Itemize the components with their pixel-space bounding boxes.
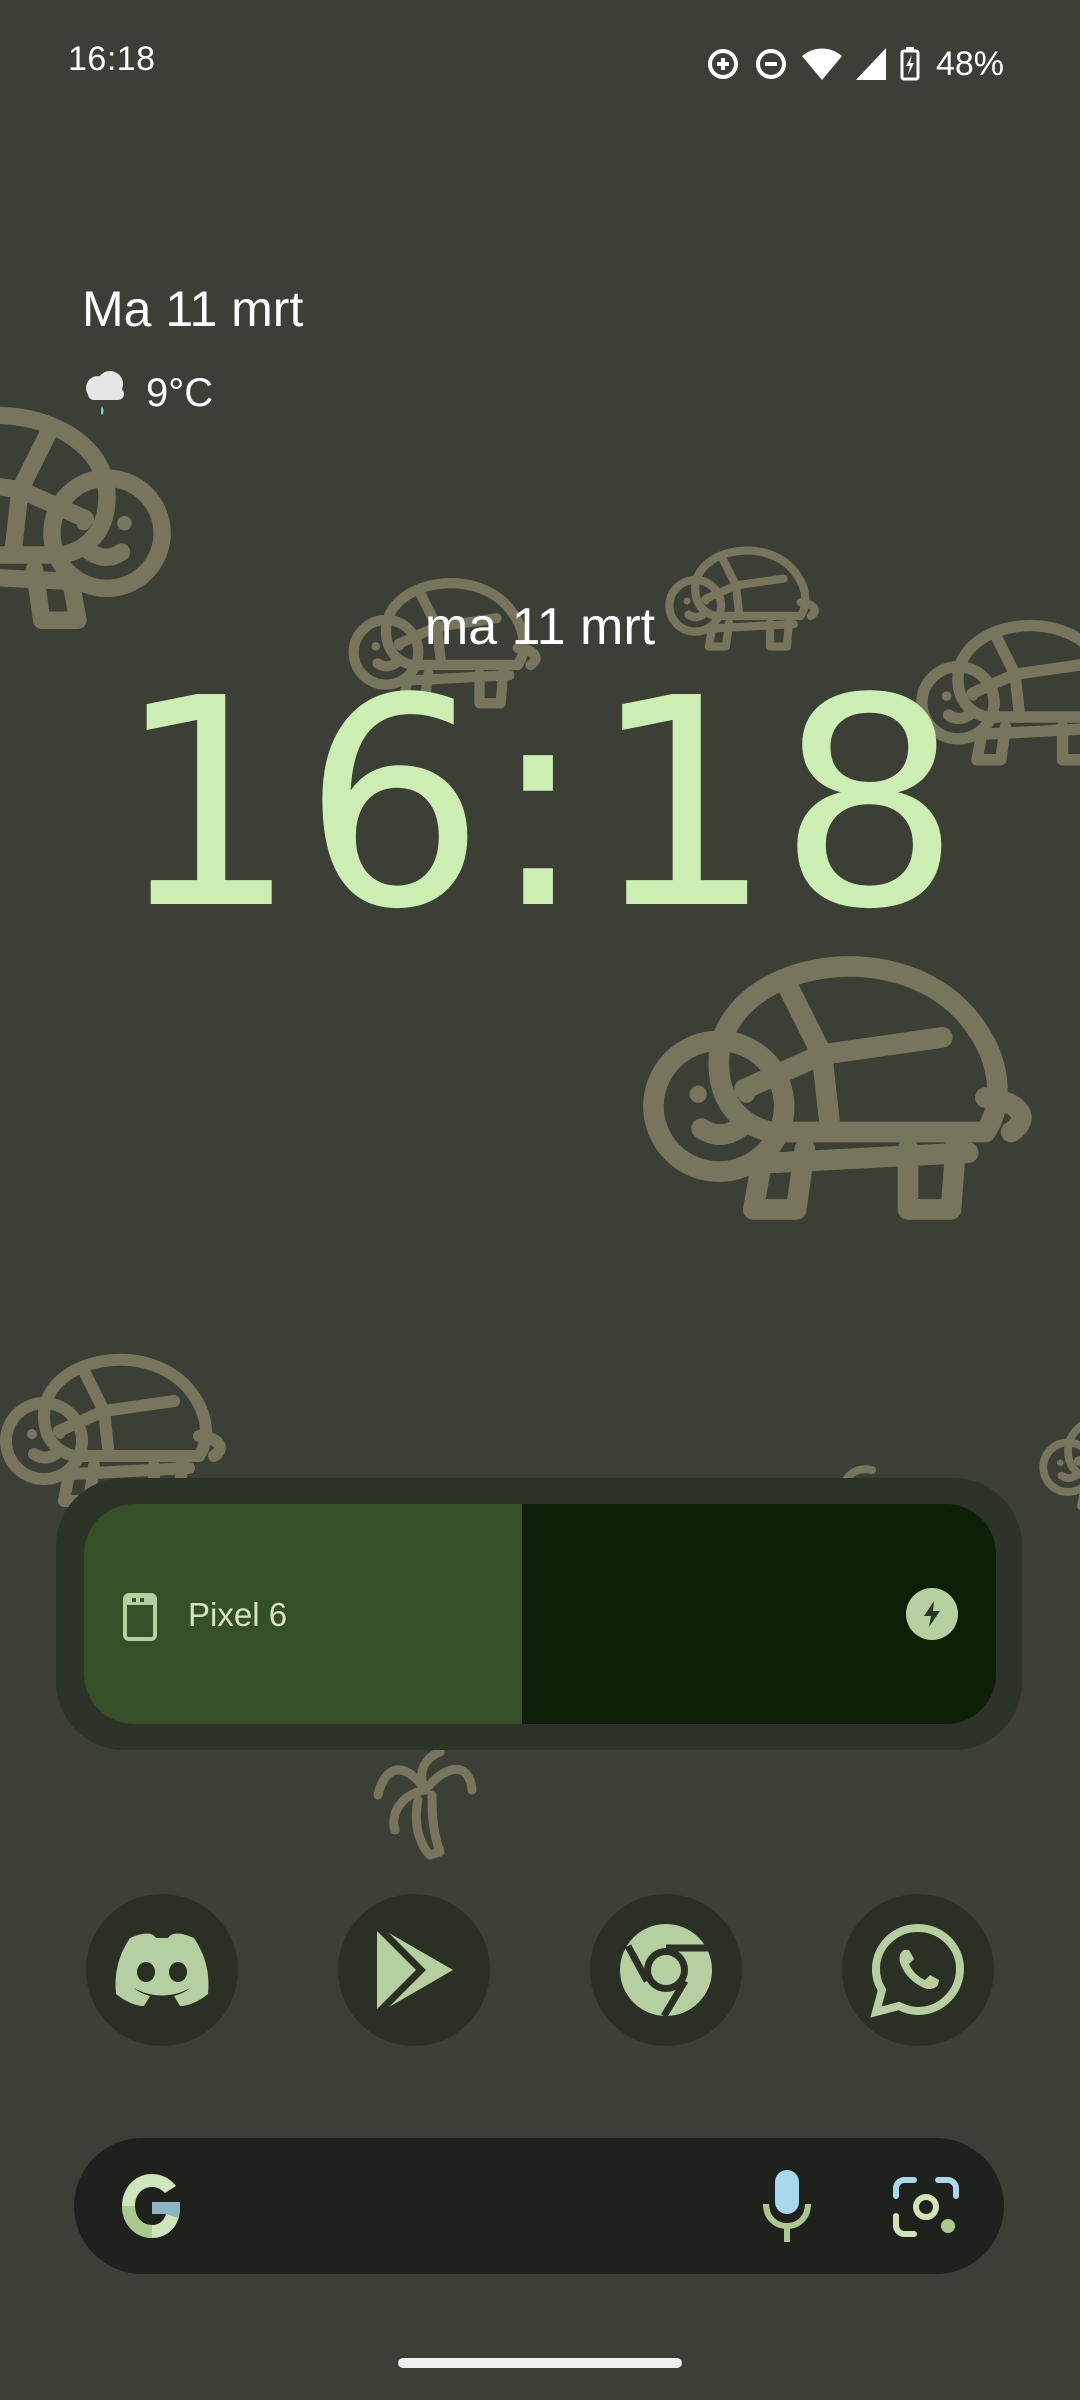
turtle-doodle: [0, 415, 162, 620]
data-saver-icon: [707, 49, 738, 79]
status-time: 16:18: [68, 40, 156, 78]
cell-signal-icon: [855, 48, 886, 80]
charging-bolt-icon: [906, 1588, 958, 1640]
status-icons: 48%: [706, 40, 1004, 88]
battery-widget-bar: Pixel 6: [84, 1504, 996, 1724]
lens-icon[interactable]: [892, 2176, 960, 2238]
navigation-handle[interactable]: [398, 2358, 682, 2368]
chrome-app-icon[interactable]: [590, 1894, 742, 2046]
google-icon: [122, 2174, 180, 2238]
wifi-icon: [801, 48, 842, 80]
phone-icon: [123, 1593, 157, 1641]
cloud-rain-icon: [86, 371, 124, 415]
device-name: Pixel 6: [188, 1596, 288, 1633]
mic-icon[interactable]: [760, 2168, 814, 2244]
chrome-icon: [620, 1924, 712, 2018]
turtle-doodle: [653, 966, 1021, 1209]
discord-app-icon[interactable]: [86, 1894, 238, 2046]
glance-date[interactable]: Ma 11 mrt: [82, 280, 303, 338]
search-bar[interactable]: [74, 2138, 1004, 2274]
play-store-icon: [374, 1923, 453, 2017]
glance-weather[interactable]: 9°C: [82, 368, 213, 418]
weather-temperature: 9°C: [146, 370, 214, 415]
whatsapp-app-icon[interactable]: [842, 1894, 994, 2046]
do-not-disturb-icon: [755, 49, 786, 79]
battery-percent: 48%: [935, 44, 1004, 83]
clock-time[interactable]: 16:18: [0, 660, 1080, 950]
turtle-doodle: [1043, 1414, 1080, 1506]
palm-tree-doodle: [373, 1747, 477, 1860]
discord-icon: [115, 1933, 209, 2006]
battery-charging-icon: [900, 47, 920, 81]
play-store-app-icon[interactable]: [338, 1894, 490, 2046]
whatsapp-icon: [870, 1923, 965, 2018]
